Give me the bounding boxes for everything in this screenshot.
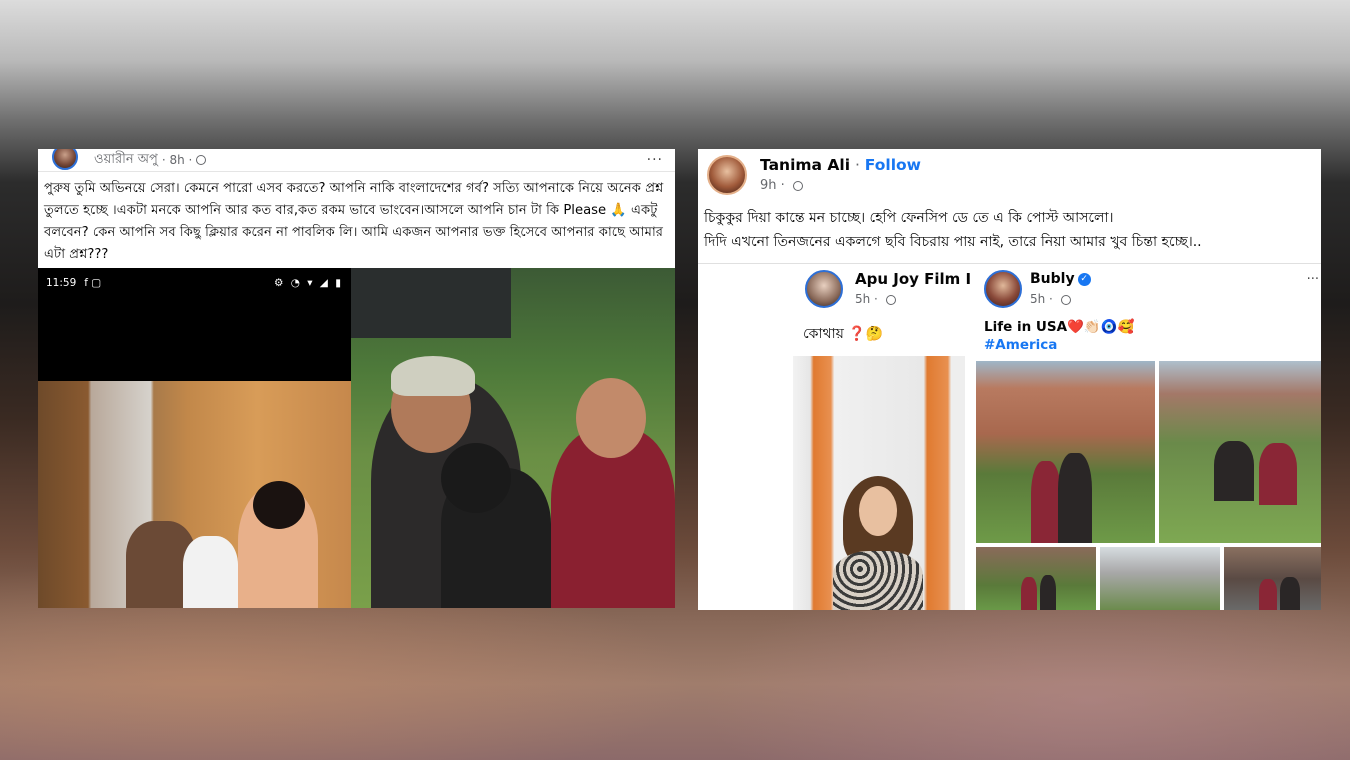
grid-photo[interactable] xyxy=(1159,361,1321,543)
shared-author-name[interactable]: Apu Joy Film I xyxy=(855,270,971,288)
post-time[interactable]: 9h · xyxy=(760,178,789,193)
post-photos[interactable]: 11:59 f ▢ ⚙ ◔ ▾ ◢ ▮ xyxy=(38,268,675,608)
post-header: ওয়ারীন অপু · 8h · ··· xyxy=(38,149,675,172)
photo-figure xyxy=(576,378,646,458)
status-right-icons: ⚙ ◔ ▾ ◢ ▮ xyxy=(273,277,343,289)
photo-figure xyxy=(1021,577,1037,610)
verified-badge-icon: ✓ xyxy=(1077,272,1091,286)
shared-post-time: 5h · xyxy=(1030,292,1071,306)
photo-grid xyxy=(976,361,1321,610)
grid-photo[interactable] xyxy=(976,361,1155,543)
shared-screenshots: Apu Joy Film I 5h · কোথায় ❓🤔 Bubly ✓ 5h … xyxy=(698,263,1321,610)
right-post-card: Tanima Ali · Follow 9h · চিকুকুর দিয়া ক… xyxy=(698,149,1321,610)
globe-icon xyxy=(1060,294,1071,305)
photo-figure xyxy=(1058,453,1092,543)
grid-photo[interactable] xyxy=(1224,547,1321,610)
photo-figure xyxy=(1280,577,1300,610)
shared-caption: কোথায় ❓🤔 xyxy=(803,326,884,342)
more-options-icon[interactable]: ··· xyxy=(647,152,663,168)
shared-post-bubly[interactable]: Bubly ✓ 5h · ··· Life in USA❤️👏🏻🧿🥰 #Ameri… xyxy=(976,264,1321,610)
phone-screenshot-photo[interactable]: 11:59 f ▢ ⚙ ◔ ▾ ◢ ▮ xyxy=(38,268,351,608)
shared-caption: Life in USA❤️👏🏻🧿🥰 xyxy=(984,319,1135,335)
photo-figure xyxy=(1214,441,1254,501)
author-avatar[interactable] xyxy=(707,155,747,195)
status-time: 11:59 xyxy=(46,277,77,289)
author-name[interactable]: ওয়ারীন অপু xyxy=(94,150,158,171)
grid-photo[interactable] xyxy=(976,547,1096,610)
post-text-line: দিদি এখনো তিনজনের একলগে ছবি বিচরায় পায়… xyxy=(704,234,1202,250)
photo-figure xyxy=(1259,579,1277,610)
globe-icon xyxy=(196,155,207,165)
post-time-line: 9h · xyxy=(760,178,803,193)
shared-time-text: 5h · xyxy=(1030,292,1057,306)
phone-status-bar: 11:59 f ▢ ⚙ ◔ ▾ ◢ ▮ xyxy=(38,268,351,298)
photo-figure xyxy=(253,481,305,529)
post-time[interactable]: · 8h · xyxy=(162,153,193,167)
post-header: Tanima Ali · Follow 9h · xyxy=(698,149,1321,201)
author-avatar[interactable] xyxy=(52,149,78,170)
family-outdoor-photo[interactable] xyxy=(351,268,675,608)
post-text-line: চিকুকুর দিয়া কান্তে মন চাচ্ছে। হেপি ফেন… xyxy=(704,210,1114,226)
separator: · xyxy=(850,156,865,174)
shared-post-apu[interactable]: Apu Joy Film I 5h · কোথায় ❓🤔 xyxy=(793,264,971,610)
globe-icon xyxy=(885,294,896,305)
shared-author-avatar[interactable] xyxy=(984,270,1022,308)
left-post-card: ওয়ারীন অপু · 8h · ··· পুরুষ তুমি অভিনয়… xyxy=(38,149,675,608)
shared-author-name[interactable]: Bubly xyxy=(1030,271,1075,287)
author-line: Tanima Ali · Follow xyxy=(760,156,921,174)
follow-button[interactable]: Follow xyxy=(865,156,921,174)
photo-figure xyxy=(1259,443,1297,505)
photo-figure xyxy=(833,551,923,610)
photo-background xyxy=(351,268,511,338)
shared-author-line: Bubly ✓ xyxy=(1030,271,1091,287)
shared-author-avatar[interactable] xyxy=(805,270,843,308)
post-text: চিকুকুর দিয়া কান্তে মন চাচ্ছে। হেপি ফেন… xyxy=(704,206,1316,254)
family-indoor-photo xyxy=(38,381,351,608)
post-text: পুরুষ তুমি অভিনয়ে সেরা। কেমনে পারো এসব … xyxy=(44,181,664,262)
shared-photo[interactable] xyxy=(793,356,965,610)
more-options-icon[interactable]: ··· xyxy=(1307,272,1319,287)
shared-post-time: 5h · xyxy=(855,292,896,306)
photo-figure xyxy=(1040,575,1056,610)
status-left-icons: f ▢ xyxy=(84,277,102,289)
grid-photo[interactable] xyxy=(1100,547,1220,610)
photo-figure xyxy=(441,443,511,513)
photo-figure xyxy=(859,486,897,536)
photo-figure xyxy=(391,356,475,396)
photo-figure xyxy=(1031,461,1061,543)
hashtag-link[interactable]: #America xyxy=(984,337,1057,353)
shared-time-text: 5h · xyxy=(855,292,882,306)
photo-figure xyxy=(183,536,238,608)
globe-icon xyxy=(792,180,803,191)
author-name[interactable]: Tanima Ali xyxy=(760,156,850,174)
